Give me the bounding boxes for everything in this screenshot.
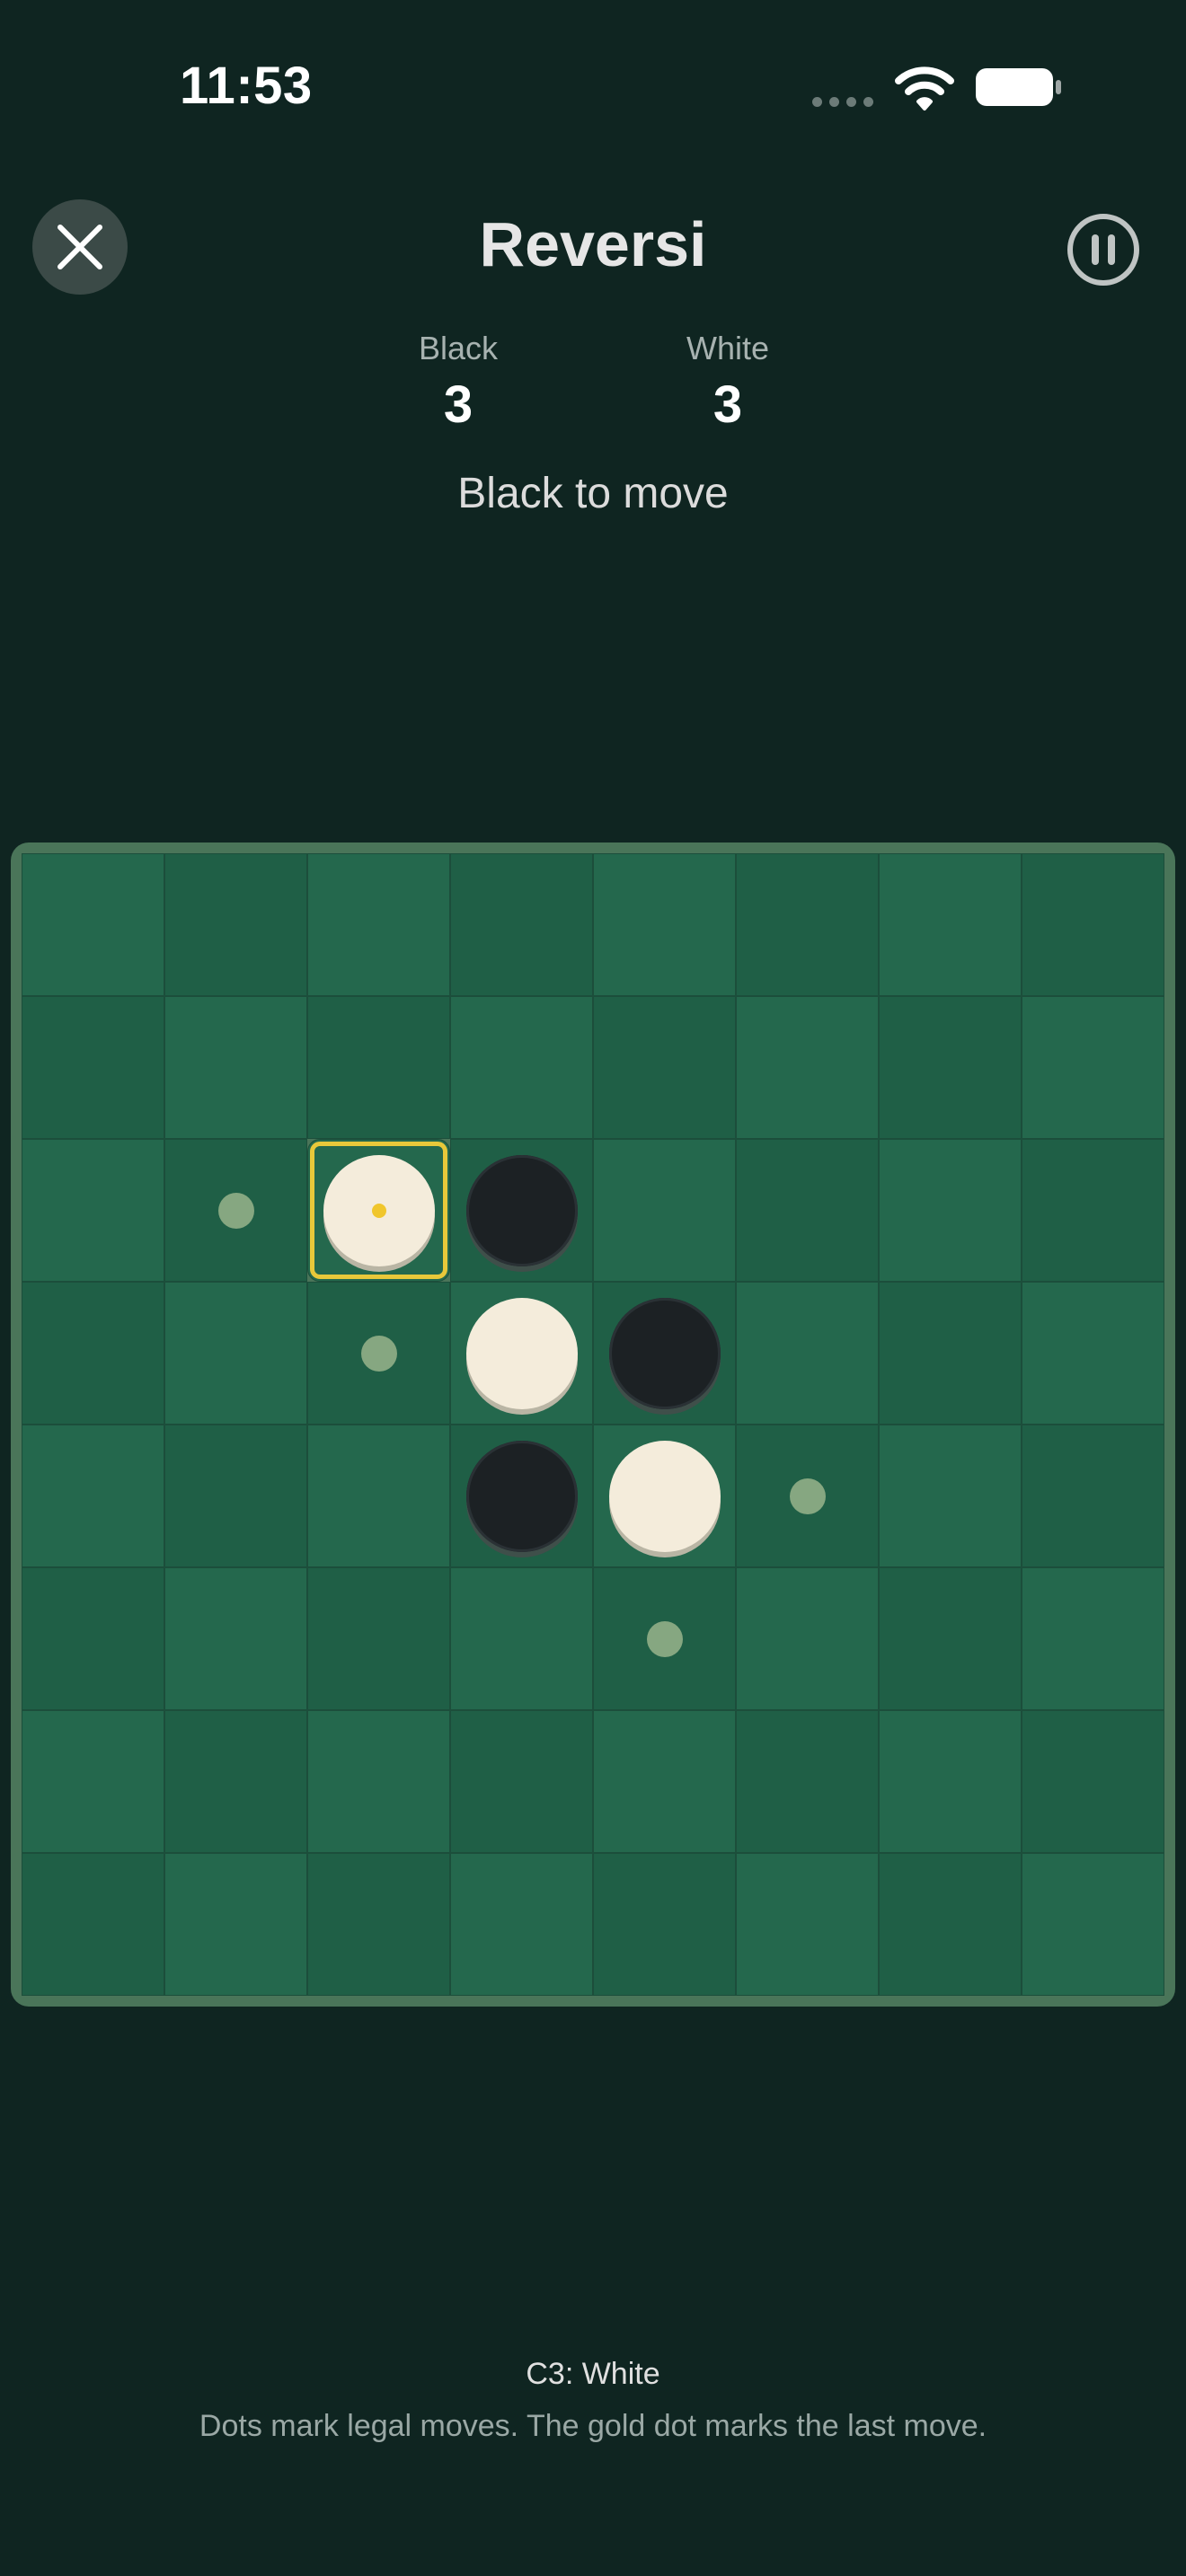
board-cell[interactable] [736, 1282, 879, 1425]
board-cell[interactable] [22, 1567, 164, 1710]
board-cell[interactable] [879, 1710, 1022, 1853]
board-cell[interactable] [736, 853, 879, 996]
white-score: White 3 [629, 327, 827, 437]
pause-button[interactable] [1066, 212, 1141, 287]
game-board [22, 853, 1164, 1996]
board-cell[interactable] [593, 1139, 736, 1282]
black-score-label: Black [418, 330, 499, 366]
last-move-text: C3: White [526, 2357, 660, 2391]
board-cell[interactable] [1022, 1139, 1164, 1282]
board-frame [11, 842, 1175, 2007]
board-cell[interactable] [1022, 1853, 1164, 1996]
legal-move-dot [646, 1620, 683, 1657]
board-cell[interactable] [22, 1710, 164, 1853]
board-cell[interactable] [164, 1425, 307, 1567]
legal-move-dot [217, 1192, 254, 1229]
board-cell[interactable] [1022, 1282, 1164, 1425]
white-score-label: White [686, 330, 770, 366]
board-cell[interactable] [164, 1853, 307, 1996]
white-disc [323, 1154, 435, 1266]
board-cell[interactable] [593, 1853, 736, 1996]
board-cell[interactable] [879, 996, 1022, 1139]
board-cell[interactable] [307, 1425, 450, 1567]
board-cell[interactable] [736, 1567, 879, 1710]
board-cell[interactable] [22, 1853, 164, 1996]
board-cell[interactable] [450, 1567, 593, 1710]
board-cell[interactable] [22, 1139, 164, 1282]
board-cell[interactable] [450, 1710, 593, 1853]
black-score-value: 3 [443, 375, 474, 434]
board-cell[interactable] [450, 1425, 593, 1567]
board-cell[interactable] [736, 1139, 879, 1282]
board-cell[interactable] [450, 853, 593, 996]
legal-move-dot [789, 1478, 826, 1514]
board-cell[interactable] [879, 1853, 1022, 1996]
board-cell[interactable] [736, 1710, 879, 1853]
board-cell[interactable] [736, 996, 879, 1139]
black-disc [465, 1154, 578, 1266]
board-cell[interactable] [1022, 996, 1164, 1139]
board-cell[interactable] [593, 996, 736, 1139]
board-cell[interactable] [879, 853, 1022, 996]
legal-move-dot [360, 1335, 397, 1372]
board-cell[interactable] [22, 1425, 164, 1567]
page-title: Reversi [479, 209, 707, 279]
board-cell[interactable] [879, 1425, 1022, 1567]
board-cell[interactable] [22, 1282, 164, 1425]
wifi-icon [895, 66, 954, 110]
black-score: Black 3 [359, 327, 557, 437]
black-disc [465, 1440, 578, 1552]
board-cell[interactable] [1022, 1567, 1164, 1710]
board-cell[interactable] [1022, 853, 1164, 996]
board-cell[interactable] [307, 1853, 450, 1996]
white-score-value: 3 [712, 375, 743, 434]
board-cell[interactable] [307, 996, 450, 1139]
board-cell[interactable] [164, 853, 307, 996]
board-cell[interactable] [22, 853, 164, 996]
board-cell[interactable] [593, 1425, 736, 1567]
board-cell[interactable] [450, 1282, 593, 1425]
status-time: 11:53 [180, 57, 313, 115]
black-disc [608, 1297, 721, 1409]
board-cell[interactable] [307, 1710, 450, 1853]
board-cell[interactable] [164, 1139, 307, 1282]
white-disc [465, 1297, 578, 1409]
board-cell[interactable] [450, 996, 593, 1139]
board-cell[interactable] [593, 1282, 736, 1425]
board-cell[interactable] [307, 1567, 450, 1710]
board-cell[interactable] [450, 1853, 593, 1996]
board-cell[interactable] [164, 996, 307, 1139]
board-cell[interactable] [307, 853, 450, 996]
board-cell[interactable] [736, 1853, 879, 1996]
board-cell[interactable] [450, 1139, 593, 1282]
board-cell[interactable] [1022, 1425, 1164, 1567]
last-move-dot [371, 1203, 386, 1218]
board-cell[interactable] [164, 1567, 307, 1710]
hint-text: Dots mark legal moves. The gold dot mark… [199, 2409, 987, 2443]
board-cell[interactable] [879, 1567, 1022, 1710]
board-cell[interactable] [164, 1282, 307, 1425]
board-cell[interactable] [307, 1282, 450, 1425]
white-disc [608, 1440, 721, 1552]
turn-status: Black to move [457, 470, 729, 517]
board-cell[interactable] [879, 1282, 1022, 1425]
board-cell[interactable] [736, 1425, 879, 1567]
board-cell[interactable] [593, 1710, 736, 1853]
cellular-signal-icon [812, 97, 873, 107]
board-cell[interactable] [307, 1139, 450, 1282]
board-cell[interactable] [879, 1139, 1022, 1282]
board-cell[interactable] [1022, 1710, 1164, 1853]
board-cell[interactable] [22, 996, 164, 1139]
board-cell[interactable] [593, 1567, 736, 1710]
board-cell[interactable] [164, 1710, 307, 1853]
board-cell[interactable] [593, 853, 736, 996]
battery-icon [976, 68, 1061, 106]
